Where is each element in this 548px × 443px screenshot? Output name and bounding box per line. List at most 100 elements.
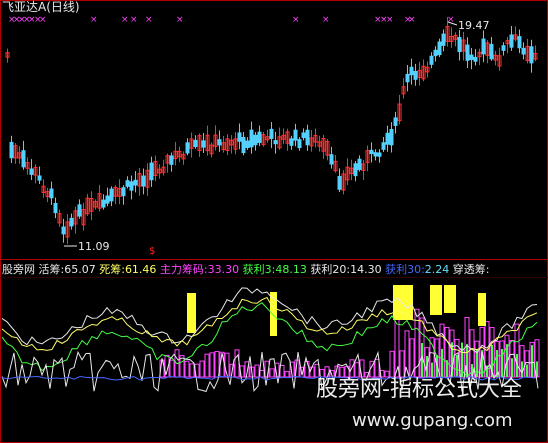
main-chip-bar bbox=[374, 358, 380, 378]
main-chip-bar bbox=[259, 369, 265, 378]
candle-body bbox=[241, 136, 246, 154]
watermark-title: 股旁网-指标公式大全 bbox=[316, 377, 522, 402]
candle-body bbox=[293, 129, 298, 141]
candle-body bbox=[297, 139, 302, 149]
candle-body bbox=[269, 128, 274, 139]
candle-body bbox=[433, 49, 438, 57]
candle-body bbox=[141, 175, 146, 187]
candle-body bbox=[109, 188, 114, 202]
low-price-label: 11.09 bbox=[78, 240, 110, 253]
signal-mark: × bbox=[322, 15, 330, 25]
signal-mark: × bbox=[447, 15, 455, 25]
signal-mark: × bbox=[408, 15, 416, 25]
signal-mark: × bbox=[90, 15, 98, 25]
candle-body bbox=[465, 44, 470, 61]
main-chip-bar bbox=[399, 350, 405, 378]
candle-body bbox=[253, 134, 258, 146]
main-chip-bar bbox=[309, 366, 315, 378]
candle-body bbox=[357, 158, 362, 171]
indicator-legend: 股旁网 活筹:65.07 死筹:61.46 主力筹码:33.30 获利3:48.… bbox=[2, 263, 490, 276]
candle-body bbox=[49, 188, 54, 199]
profit-bar bbox=[526, 364, 528, 377]
candle-body bbox=[105, 195, 110, 204]
candle-body bbox=[185, 142, 190, 154]
candle-body bbox=[69, 217, 74, 227]
candle-body bbox=[29, 168, 34, 175]
buy-signal-icon: $ bbox=[149, 246, 156, 257]
profit-bar bbox=[511, 358, 513, 377]
indicator-dead-chips: 死筹:61.46 bbox=[99, 263, 157, 276]
candle-body bbox=[125, 180, 130, 187]
profit-bar bbox=[476, 349, 478, 377]
candle-body bbox=[393, 117, 398, 126]
indicator-active-chips: 活筹:65.07 bbox=[38, 263, 96, 276]
signal-mark: × bbox=[121, 15, 129, 25]
main-chip-bar bbox=[189, 363, 195, 378]
main-chip-bar bbox=[354, 362, 360, 378]
candle-body bbox=[149, 162, 154, 181]
high-price-value: 19.47 bbox=[458, 19, 490, 32]
candle-body bbox=[61, 226, 66, 235]
candle-body bbox=[405, 73, 410, 83]
main-chip-bar bbox=[324, 366, 330, 378]
indicator-profit3: 获利3:48.13 bbox=[242, 263, 307, 276]
main-chip-bar bbox=[269, 368, 275, 378]
candle-body bbox=[9, 141, 14, 159]
main-chip-bar bbox=[339, 366, 345, 378]
candle-body bbox=[469, 54, 474, 60]
candle-body bbox=[289, 138, 294, 146]
candle-body bbox=[441, 33, 446, 46]
candle-body bbox=[301, 132, 306, 139]
candle-body bbox=[129, 181, 134, 191]
candle-body bbox=[37, 175, 42, 181]
candle-body bbox=[21, 150, 26, 168]
candle-body bbox=[249, 129, 254, 148]
signal-mark: × bbox=[386, 15, 394, 25]
watermark-url: www.gupang.com bbox=[352, 410, 513, 431]
main-chip-bar bbox=[284, 371, 290, 378]
candle-body bbox=[245, 140, 250, 149]
profit-bar bbox=[441, 348, 443, 377]
signal-mark: × bbox=[292, 15, 300, 25]
candle-body bbox=[373, 152, 378, 157]
main-chip-bar bbox=[184, 360, 190, 378]
main-chip-bar bbox=[199, 360, 205, 378]
candle-body bbox=[121, 187, 126, 197]
candle-body bbox=[521, 47, 526, 55]
candle-body bbox=[381, 142, 386, 150]
candle-body bbox=[413, 70, 418, 80]
penetrate-chip-block bbox=[478, 293, 486, 326]
indicator-profit30: 获利30:2.24 bbox=[385, 263, 450, 276]
high-price-label: 19.47 bbox=[458, 19, 490, 32]
main-chip-bar bbox=[234, 349, 240, 378]
candle-body bbox=[273, 140, 278, 145]
candle-body bbox=[389, 128, 394, 146]
candle-body bbox=[409, 66, 414, 76]
dead-chips-line bbox=[1, 296, 538, 354]
candle-body bbox=[337, 175, 342, 190]
profit-bar bbox=[521, 361, 523, 377]
candle-body bbox=[201, 140, 206, 148]
candle-body bbox=[53, 202, 58, 214]
signal-mark: × bbox=[145, 15, 153, 25]
chart-window[interactable]: × × × × × × × × × × × × × × × × × × × × 飞亚达A(日线) 19.47 11.0… bbox=[0, 0, 548, 443]
low-price-value: 11.09 bbox=[78, 240, 110, 253]
main-chip-bar bbox=[209, 352, 215, 378]
penetrate-chip-block bbox=[444, 285, 456, 313]
candle-body bbox=[529, 46, 534, 64]
signal-mark: × bbox=[39, 15, 47, 25]
candle-body bbox=[329, 154, 334, 165]
signal-mark: × bbox=[130, 15, 138, 25]
candle-body bbox=[237, 132, 242, 142]
candle-body bbox=[385, 132, 390, 145]
candle-body bbox=[429, 55, 434, 65]
candle-body bbox=[437, 41, 442, 56]
candle-body bbox=[133, 179, 138, 186]
main-chip-bar bbox=[214, 351, 220, 378]
candle-body bbox=[501, 45, 506, 51]
candle-body bbox=[257, 131, 262, 143]
stock-name: 飞亚达A bbox=[2, 0, 47, 14]
candle-body bbox=[353, 163, 358, 177]
penetrate-chip-block bbox=[430, 285, 442, 315]
profit-bar bbox=[456, 355, 458, 377]
